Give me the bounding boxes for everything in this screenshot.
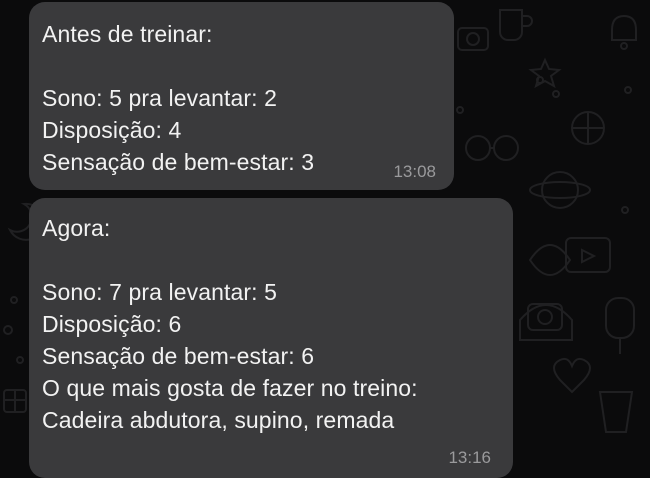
popsicle-doodle-icon (605, 297, 635, 354)
message-heading: Antes de treinar: (42, 21, 213, 47)
heart-doodle-icon (553, 357, 591, 394)
camera-doodle-icon (457, 27, 489, 51)
message-line: Sensação de bem-estar: 3 (42, 149, 315, 175)
message-line: Cadeira abdutora, supino, remada (42, 407, 395, 433)
message-bubble-now[interactable]: Agora: Sono: 7 pra levantar: 5 Disposiçã… (29, 198, 513, 478)
message-heading: Agora: (42, 215, 111, 241)
message-line: O que mais gosta de fazer no treino: (42, 375, 418, 401)
ball-doodle-icon (571, 111, 605, 145)
message-line: Sono: 7 pra levantar: 5 (42, 279, 278, 305)
message-line: Sono: 5 pra levantar: 2 (42, 85, 278, 111)
message-line: Sensação de bem-estar: 6 (42, 343, 315, 369)
message-timestamp: 13:16 (448, 448, 491, 467)
mug-doodle-icon (499, 9, 533, 41)
cup-doodle-icon (598, 391, 634, 433)
message-bubble-before[interactable]: Antes de treinar: Sono: 5 pra levantar: … (29, 2, 454, 190)
tv-doodle-icon (565, 237, 611, 273)
star-doodle-icon (528, 57, 562, 89)
glasses-doodle-icon (465, 135, 519, 161)
planet-doodle-icon (529, 171, 591, 209)
message-line: Disposição: 6 (42, 311, 182, 337)
gift-doodle-icon (3, 389, 27, 413)
leaf-doodle-icon (528, 244, 572, 276)
message-timestamp: 13:08 (393, 162, 436, 181)
message-line: Disposição: 4 (42, 117, 182, 143)
bell-doodle-icon (611, 14, 637, 50)
